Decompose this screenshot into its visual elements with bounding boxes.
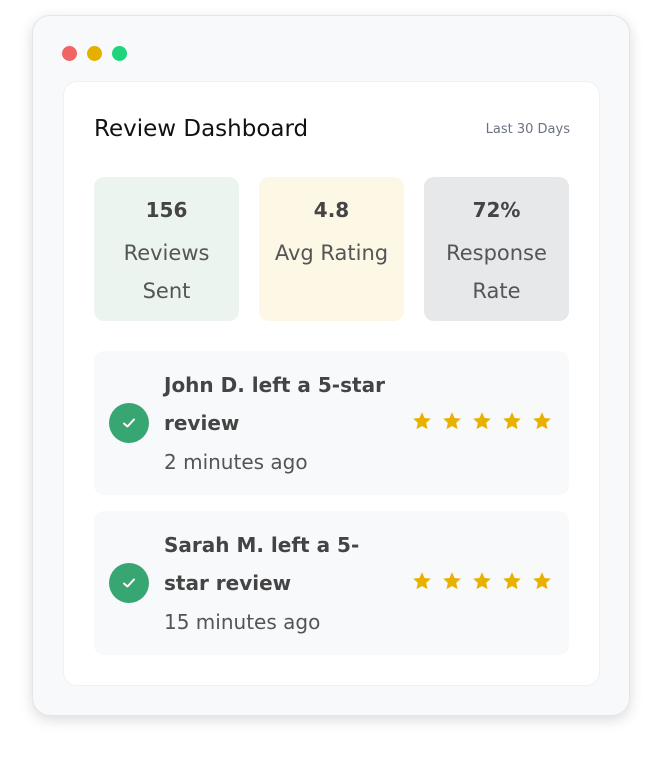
activity-title: John D. left a 5-star review: [164, 373, 385, 435]
star-icon: [533, 572, 551, 590]
star-icon: [533, 412, 551, 430]
stat-card-avg-rating: 4.8 Avg Rating: [259, 177, 404, 321]
star-rating: [412, 570, 562, 596]
activity-item: Sarah M. left a 5-star review 15 minutes…: [94, 511, 569, 655]
window-close-dot[interactable]: [62, 46, 77, 61]
stat-label: Avg Rating: [274, 241, 389, 265]
dashboard-card: Review Dashboard Last 30 Days 156 Review…: [63, 81, 600, 686]
date-range-label[interactable]: Last 30 Days: [486, 122, 570, 137]
window-minimize-dot[interactable]: [87, 46, 102, 61]
check-icon: [109, 403, 149, 443]
activity-title: Sarah M. left a 5-star review: [164, 533, 360, 595]
star-icon: [413, 412, 431, 430]
page-title: Review Dashboard: [94, 116, 309, 142]
activity-item: John D. left a 5-star review 2 minutes a…: [94, 351, 569, 495]
window-maximize-dot[interactable]: [112, 46, 127, 61]
stat-card-response-rate: 72% Response Rate: [424, 177, 569, 321]
stat-value: 4.8: [313, 198, 350, 222]
check-icon: [109, 563, 149, 603]
star-icon: [443, 572, 461, 590]
app-window: Review Dashboard Last 30 Days 156 Review…: [32, 15, 630, 716]
stat-label: Response Rate: [446, 241, 547, 303]
stat-value: 156: [145, 198, 188, 222]
stat-card-reviews-sent: 156 Reviews Sent: [94, 177, 239, 321]
stat-label: Reviews Sent: [123, 241, 210, 303]
star-icon: [443, 412, 461, 430]
star-icon: [413, 572, 431, 590]
activity-timestamp: 2 minutes ago: [164, 450, 308, 474]
activity-timestamp: 15 minutes ago: [164, 610, 321, 634]
stat-value: 72%: [472, 198, 521, 222]
star-icon: [473, 412, 491, 430]
star-icon: [503, 572, 521, 590]
star-icon: [473, 572, 491, 590]
star-rating: [412, 410, 562, 436]
star-icon: [503, 412, 521, 430]
